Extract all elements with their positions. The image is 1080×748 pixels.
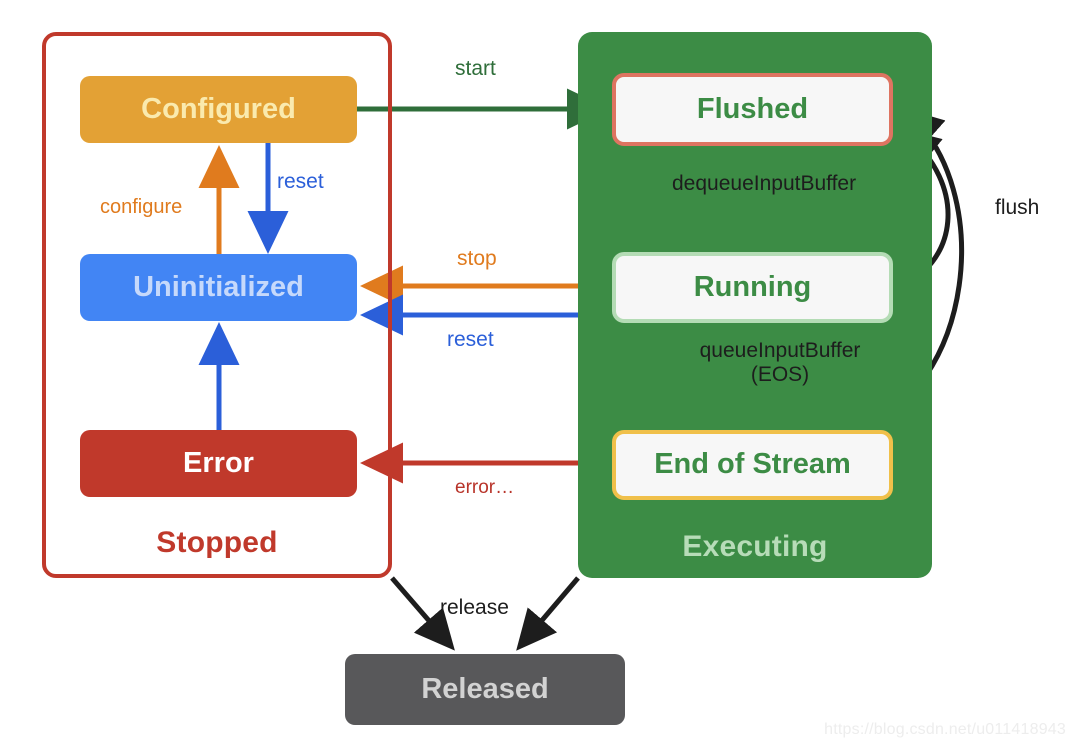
state-node-end-of-stream[interactable]: End of Stream — [612, 430, 893, 500]
edge-label-release: release — [440, 596, 509, 619]
edge-label-queue-input-buffer: queueInputBuffer (EOS) — [699, 339, 861, 387]
state-node-flushed[interactable]: Flushed — [612, 73, 893, 146]
state-label: End of Stream — [654, 448, 851, 481]
state-node-uninitialized[interactable]: Uninitialized — [80, 254, 357, 321]
edge-label-reset-mid: reset — [447, 328, 494, 351]
state-label: Flushed — [696, 92, 809, 125]
state-label: Error — [183, 446, 254, 479]
group-stopped-label: Stopped — [156, 526, 278, 559]
edge-label-configure: configure — [100, 196, 183, 218]
edge-label-start: start — [455, 57, 496, 80]
state-node-running[interactable]: Running — [612, 252, 893, 323]
state-node-error[interactable]: Error — [80, 430, 357, 497]
watermark-text: https://blog.csdn.net/u011418943 — [824, 721, 1066, 738]
state-label: Uninitialized — [133, 270, 304, 303]
edge-label-dequeue-input-buffer: dequeueInputBuffer — [672, 172, 857, 195]
edge-label-error: error… — [455, 477, 515, 498]
state-node-configured[interactable]: Configured — [80, 76, 357, 143]
edge-label-flush: flush — [995, 196, 1040, 219]
edge-release-executing — [516, 576, 580, 651]
state-node-released[interactable]: Released — [345, 654, 625, 725]
edge-label-stop: stop — [457, 247, 497, 270]
group-executing-label: Executing — [682, 530, 828, 563]
diagram-canvas: Stopped Executing Configured Uninitializ… — [0, 0, 1080, 748]
state-label: Released — [421, 672, 549, 705]
state-label: Configured — [141, 92, 296, 125]
state-label: Running — [693, 270, 812, 303]
edge-label-reset-top: reset — [277, 170, 324, 193]
